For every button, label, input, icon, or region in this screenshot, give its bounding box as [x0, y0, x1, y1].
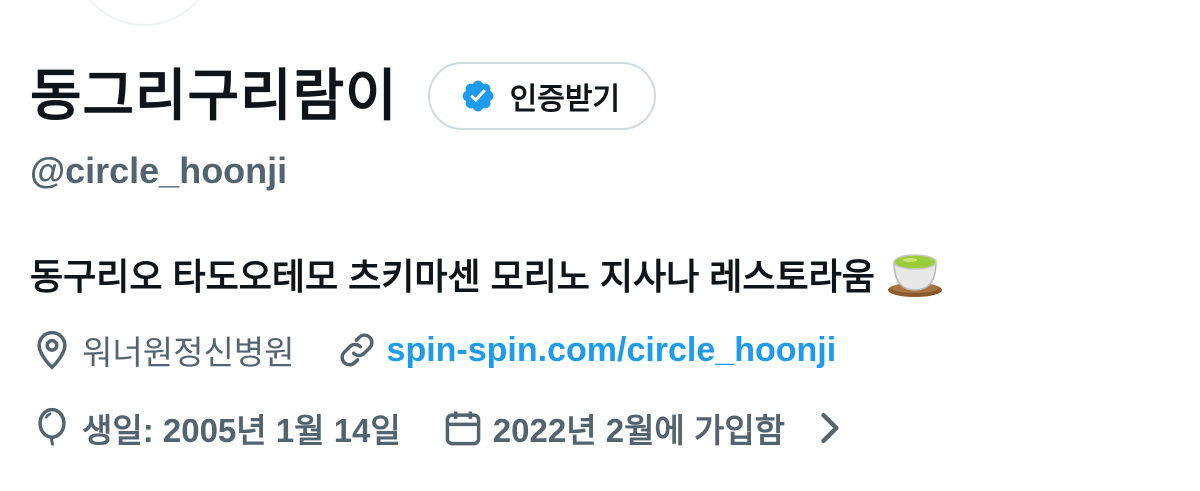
meta-row-1: 워너원정신병원 spin-spin.com/circle_hoonji: [30, 326, 836, 374]
bio: 동구리오 타도오테모 츠키마센 모리노 지사나 레스토라움: [30, 244, 945, 304]
joined-item[interactable]: 2022년 2월에 가입함: [441, 404, 851, 452]
link-icon: [339, 333, 374, 367]
chevron-right-icon[interactable]: [807, 406, 851, 450]
profile-header: 동그리구리람이 인증받기 @circle_hoonji 동구리오 타도오테모 츠…: [0, 0, 1200, 491]
get-verified-button[interactable]: 인증받기: [427, 62, 657, 130]
joined-text: 2022년 2월에 가입함: [492, 412, 786, 449]
birthday-item: 생일: 2005년 1월 14일: [30, 404, 401, 452]
verified-badge-icon: [462, 80, 494, 112]
meta-row-2: 생일: 2005년 1월 14일 2022년 2월에 가입함: [30, 404, 851, 452]
name-row: 동그리구리람이 인증받기: [30, 60, 657, 132]
website-item[interactable]: spin-spin.com/circle_hoonji: [335, 328, 837, 372]
location-pin-icon: [37, 330, 67, 370]
website-link[interactable]: spin-spin.com/circle_hoonji: [387, 331, 837, 370]
birthday-text: 생일: 2005년 1월 14일: [82, 412, 401, 449]
location-item: 워너원정신병원: [30, 326, 295, 374]
avatar[interactable]: [72, 0, 216, 26]
location-text: 워너원정신병원: [82, 334, 295, 371]
tea-cup-emoji: [887, 254, 942, 297]
get-verified-label: 인증받기: [509, 83, 621, 116]
balloon-icon: [38, 407, 66, 447]
bio-text: 동구리오 타도오테모 츠키마센 모리노 지사나 레스토라움: [30, 256, 875, 297]
user-handle: @circle_hoonji: [30, 150, 288, 191]
calendar-icon: [445, 411, 481, 446]
display-name: 동그리구리람이: [30, 64, 398, 127]
